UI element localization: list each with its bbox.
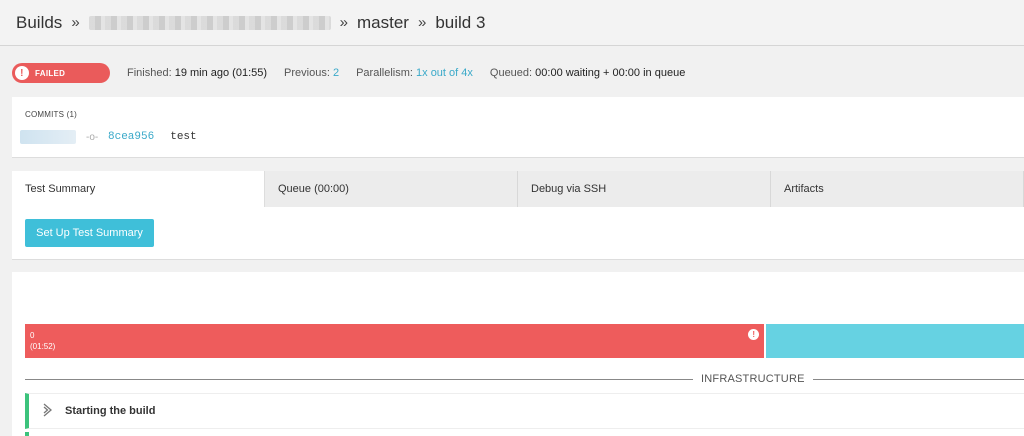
queued-label: Queued:	[489, 67, 533, 79]
breadcrumb-separator: »	[71, 14, 80, 31]
section-label-infrastructure: INFRASTRUCTURE	[701, 373, 805, 385]
container-timeline: 0 (01:52) !	[25, 324, 1024, 358]
tab-artifacts[interactable]: Artifacts	[771, 171, 1024, 207]
finished-value: 19 min ago (01:55)	[174, 67, 268, 79]
next-step-indicator	[25, 432, 29, 436]
parallelism-link[interactable]: 1x out of 4x	[416, 67, 473, 79]
commits-panel: COMMITS (1) -o- 8cea956 test	[12, 97, 1024, 158]
commit-hash-link[interactable]: 8cea956	[108, 131, 154, 143]
breadcrumb-builds-link[interactable]: Builds	[16, 13, 62, 33]
commit-row: -o- 8cea956 test	[20, 130, 197, 144]
setup-test-summary-button[interactable]: Set Up Test Summary	[25, 219, 154, 247]
timeline-container-index: 0	[30, 331, 35, 340]
tab-test-summary[interactable]: Test Summary	[12, 171, 265, 207]
alert-icon: !	[15, 66, 29, 80]
previous-build-link[interactable]: 2	[333, 67, 339, 79]
step-name: Starting the build	[65, 405, 156, 417]
queued-value: 00:00 waiting + 00:00 in queue	[535, 67, 686, 79]
breadcrumb-build: build 3	[435, 12, 486, 32]
redacted-project-name[interactable]	[88, 15, 331, 30]
tab-queue[interactable]: Queue (00:00)	[265, 171, 518, 207]
parallelism-info: Parallelism: 1x out of 4x	[356, 67, 473, 79]
breadcrumb: Builds » » master » build 3	[0, 0, 1024, 46]
previous-label: Previous:	[284, 67, 330, 79]
divider-line	[25, 378, 693, 380]
tab-debug-ssh[interactable]: Debug via SSH	[518, 171, 771, 207]
previous-info: Previous: 2	[284, 67, 339, 79]
timeline-duration: (01:52)	[30, 342, 56, 351]
queued-info: Queued: 00:00 waiting + 00:00 in queue	[490, 67, 685, 79]
timeline-container-0[interactable]: 0 (01:52) !	[25, 324, 765, 358]
breadcrumb-branch-link[interactable]: master	[357, 13, 409, 33]
finished-info: Finished: 19 min ago (01:55)	[127, 67, 267, 79]
status-badge-label: FAILED	[35, 68, 66, 78]
build-tabs-panel: Test Summary Queue (00:00) Debug via SSH…	[12, 171, 1024, 260]
commits-title: COMMITS (1)	[25, 110, 77, 119]
breadcrumb-separator: »	[339, 14, 348, 31]
build-steps-panel: 0 (01:52) ! INFRASTRUCTURE Starting the …	[12, 272, 1024, 436]
timeline-remaining[interactable]	[766, 324, 1024, 358]
step-starting-the-build[interactable]: Starting the build	[25, 393, 1024, 429]
divider-line	[812, 378, 1024, 380]
commit-icon: -o-	[86, 131, 99, 143]
parallelism-label: Parallelism:	[356, 67, 413, 79]
breadcrumb-separator: »	[417, 14, 427, 31]
tab-bar: Test Summary Queue (00:00) Debug via SSH…	[12, 171, 1024, 207]
build-status-bar: ! FAILED Finished: 19 min ago (01:55) Pr…	[0, 58, 1024, 88]
finished-label: Finished:	[127, 67, 172, 79]
chevron-right-icon	[43, 403, 55, 420]
section-divider: INFRASTRUCTURE	[25, 372, 1024, 386]
status-badge[interactable]: ! FAILED	[12, 63, 110, 83]
commit-message: test	[170, 131, 197, 143]
redacted-author	[20, 130, 76, 144]
